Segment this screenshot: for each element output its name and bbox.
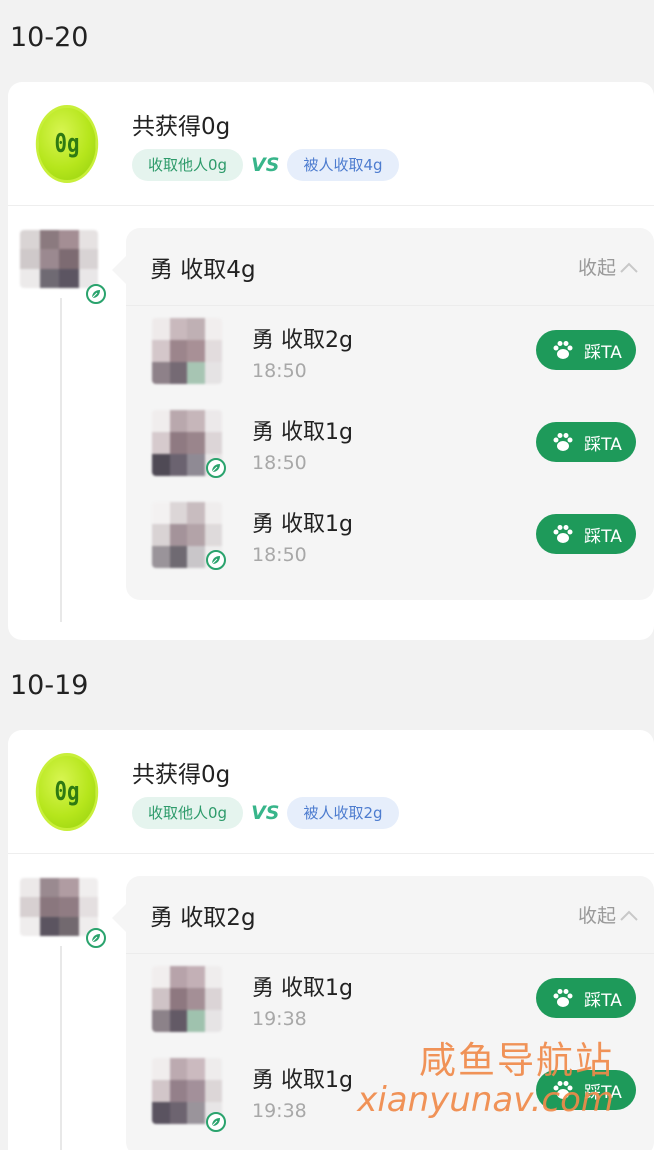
item-time: 18:50	[252, 360, 307, 382]
collected-from-others-pill: 收取他人0g	[132, 148, 244, 181]
step-on-button[interactable]: 踩TA	[536, 422, 636, 462]
collected-by-others-pill: 被人收取4g	[287, 148, 399, 181]
group-header: 勇 收取4g 收起	[126, 228, 654, 306]
item-time: 18:50	[252, 544, 307, 566]
collapse-button[interactable]: 收起	[578, 901, 640, 928]
collection-detail: 勇 收取2g 收起 勇 收取1g 19:38 踩TA 勇 收取1g 19:38 …	[8, 854, 654, 1150]
avatar[interactable]	[152, 502, 226, 570]
avatar[interactable]	[152, 1058, 226, 1132]
day-card: 0g 共获得0g 收取他人0g VS 被人收取4g 勇 收取4g 收起 勇 收取…	[8, 82, 654, 640]
date-header: 10-20	[10, 22, 89, 53]
paw-icon	[553, 341, 573, 359]
avatar[interactable]	[20, 878, 106, 948]
leaf-icon	[206, 458, 226, 478]
paw-icon	[553, 433, 573, 451]
collected-by-others-pill: 被人收取2g	[287, 796, 399, 829]
paw-icon	[553, 1081, 573, 1099]
leaf-icon	[206, 550, 226, 570]
total-gained: 共获得0g	[132, 113, 231, 140]
collected-from-others-pill: 收取他人0g	[132, 796, 244, 829]
list-item: 勇 收取1g 18:50 踩TA	[126, 398, 654, 490]
avatar[interactable]	[152, 410, 226, 478]
avatar[interactable]	[20, 230, 106, 304]
date-header: 10-19	[10, 670, 89, 701]
group-title: 勇 收取2g	[150, 904, 256, 931]
collection-group: 勇 收取4g 收起 勇 收取2g 18:50 踩TA 勇 收取1g 18:50 …	[112, 228, 654, 600]
list-item: 勇 收取1g 18:50 踩TA	[126, 490, 654, 582]
total-gained: 共获得0g	[132, 761, 231, 788]
day-summary: 0g 共获得0g 收取他人0g VS 被人收取4g	[8, 82, 654, 206]
avatar[interactable]	[152, 966, 222, 1032]
energy-ball-icon: 0g	[35, 752, 99, 831]
day-card: 0g 共获得0g 收取他人0g VS 被人收取2g 勇 收取2g 收起 勇 收取…	[8, 730, 654, 1150]
group-header: 勇 收取2g 收起	[126, 876, 654, 954]
item-time: 19:38	[252, 1008, 307, 1030]
chevron-up-icon	[620, 262, 638, 273]
collapse-button[interactable]: 收起	[578, 253, 640, 280]
item-name: 勇 收取1g	[252, 976, 353, 1001]
vs-label: VS	[251, 801, 280, 824]
list-item: 勇 收取2g 18:50 踩TA	[126, 306, 654, 398]
day-summary: 0g 共获得0g 收取他人0g VS 被人收取2g	[8, 730, 654, 854]
paw-icon	[553, 989, 573, 1007]
day-section: 10-20 0g 共获得0g 收取他人0g VS 被人收取4g 勇 收取4g 收…	[0, 0, 654, 640]
group-title: 勇 收取4g	[150, 256, 256, 283]
item-time: 18:50	[252, 452, 307, 474]
energy-ball-icon: 0g	[35, 104, 99, 183]
item-name: 勇 收取2g	[252, 328, 353, 353]
paw-icon	[553, 525, 573, 543]
step-on-button[interactable]: 踩TA	[536, 514, 636, 554]
step-on-button[interactable]: 踩TA	[536, 330, 636, 370]
list-item: 勇 收取1g 19:38 踩TA	[126, 954, 654, 1046]
collection-group: 勇 收取2g 收起 勇 收取1g 19:38 踩TA 勇 收取1g 19:38 …	[112, 876, 654, 1150]
list-item: 勇 收取1g 19:38 踩TA	[126, 1046, 654, 1138]
item-name: 勇 收取1g	[252, 1068, 353, 1093]
item-time: 19:38	[252, 1100, 307, 1122]
vs-label: VS	[251, 153, 280, 176]
leaf-icon	[206, 1112, 226, 1132]
day-section: 10-19 0g 共获得0g 收取他人0g VS 被人收取2g 勇 收取2g 收…	[0, 640, 654, 1150]
leaf-icon	[86, 928, 106, 948]
timeline-line	[60, 298, 62, 622]
energy-record-page: 10-20 0g 共获得0g 收取他人0g VS 被人收取4g 勇 收取4g 收…	[0, 0, 654, 1150]
avatar[interactable]	[152, 318, 222, 384]
chevron-up-icon	[620, 910, 638, 921]
item-name: 勇 收取1g	[252, 512, 353, 537]
step-on-button[interactable]: 踩TA	[536, 1070, 636, 1110]
timeline-line	[60, 946, 62, 1150]
collection-detail: 勇 收取4g 收起 勇 收取2g 18:50 踩TA 勇 收取1g 18:50 …	[8, 206, 654, 640]
item-name: 勇 收取1g	[252, 420, 353, 445]
leaf-icon	[86, 284, 106, 304]
step-on-button[interactable]: 踩TA	[536, 978, 636, 1018]
